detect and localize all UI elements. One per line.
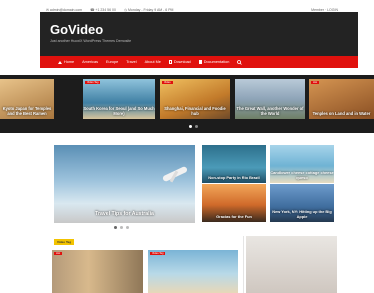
nav-label: Americas [82,60,98,64]
carousel-pagination [189,125,201,128]
nav-item-about[interactable]: About Me [145,60,161,64]
nav-item-travel[interactable]: Travel [126,60,136,64]
slide-caption: The Great Wall, another Wonder of the Wo… [236,106,304,116]
post-card[interactable]: Hot [52,250,143,293]
pagination-dot[interactable] [126,226,129,229]
carousel: Kyoto Japan for Temples and the Best Ram… [0,75,374,133]
main-nav: Home Americas Europe Travel About Me Dow… [40,56,358,68]
post-caption: New York, NY: Hitting up the Big Apple [272,209,332,219]
featured-pagination [114,226,132,229]
post-caption: Non-stop Party in Rio Brazil [208,175,260,180]
carousel-slide[interactable]: The Great Wall, another Wonder of the Wo… [235,79,305,119]
carousel-slide[interactable]: Kyoto Japan for Temples and the Best Ram… [0,79,54,119]
post-caption: Candlower cheese cottage cheese queso [270,170,334,180]
slide-caption: Tenples on Land and in Water [312,111,371,116]
home-icon [58,60,62,64]
slide-caption: Shanghai, Financial and Foodie hub [164,106,226,116]
pagination-dot[interactable] [114,226,117,229]
carousel-slide[interactable]: Video Shanghai, Financial and Foodie hub [160,79,230,119]
post-card[interactable]: Video Tag [148,250,238,293]
nav-label: Europe [105,60,119,64]
nav-label: Home [64,60,75,64]
nav-item-americas[interactable]: Americas [82,60,98,64]
slide-badge: Video [162,81,173,84]
sidebar-image[interactable] [246,236,337,293]
pagination-dot[interactable] [195,125,198,128]
sidebar-divider [243,236,244,293]
featured-side-post[interactable]: Non-stop Party in Rio Brazil [202,145,266,183]
slide-badge: Video Tag [85,81,101,84]
nav-label: Travel [126,60,137,64]
featured-side-post[interactable]: New York, NY: Hitting up the Big Apple [270,184,334,222]
site-tagline: Just another HuoxiX WordPress Themes Dem… [50,39,132,43]
category-badge[interactable]: Video Tag [54,239,75,245]
site-header: GoVideo Just another HuoxiX WordPress Th… [40,12,358,56]
nav-item-documentation[interactable]: Documentation [198,60,230,64]
post-badge: Hot [54,252,63,255]
nav-label: Download [173,60,191,64]
nav-item-download[interactable]: Download [168,60,191,64]
slide-caption: Kyoto Japan for Temples and the Best Ram… [2,106,52,116]
pagination-dot[interactable] [189,125,192,128]
featured-main-post[interactable]: Travel Tips for Australia [54,145,195,223]
carousel-slide[interactable]: Video Tag South Korea for Seoul (and So … [83,79,155,119]
featured-side-post[interactable]: Candlower cheese cottage cheese queso [270,145,334,183]
carousel-slide[interactable]: Hot Tenples on Land and in Water [309,79,374,119]
nav-label: About Me [144,60,161,64]
featured-main-caption: Travel Tips for Australia [95,211,154,217]
nav-item-europe[interactable]: Europe [106,60,118,64]
document-icon [198,60,202,64]
search-icon [237,59,243,65]
slide-badge: Hot [311,81,320,84]
nav-label: Documentation [203,60,230,64]
download-icon [168,60,172,64]
post-badge: Video Tag [150,252,166,255]
slide-caption: South Korea for Seoul (and So Much More) [83,106,155,116]
site-logo[interactable]: GoVideo [50,22,103,37]
pagination-dot[interactable] [120,226,123,229]
nav-item-home[interactable]: Home [58,60,74,64]
nav-search-button[interactable] [237,59,243,65]
page: ✉ admin@domain.com ☎ +1 234 56 00 ◷ Mond… [0,0,374,293]
featured-side-post[interactable]: Gracias for the Fun [202,184,266,222]
post-caption: Gracias for the Fun [216,214,252,219]
